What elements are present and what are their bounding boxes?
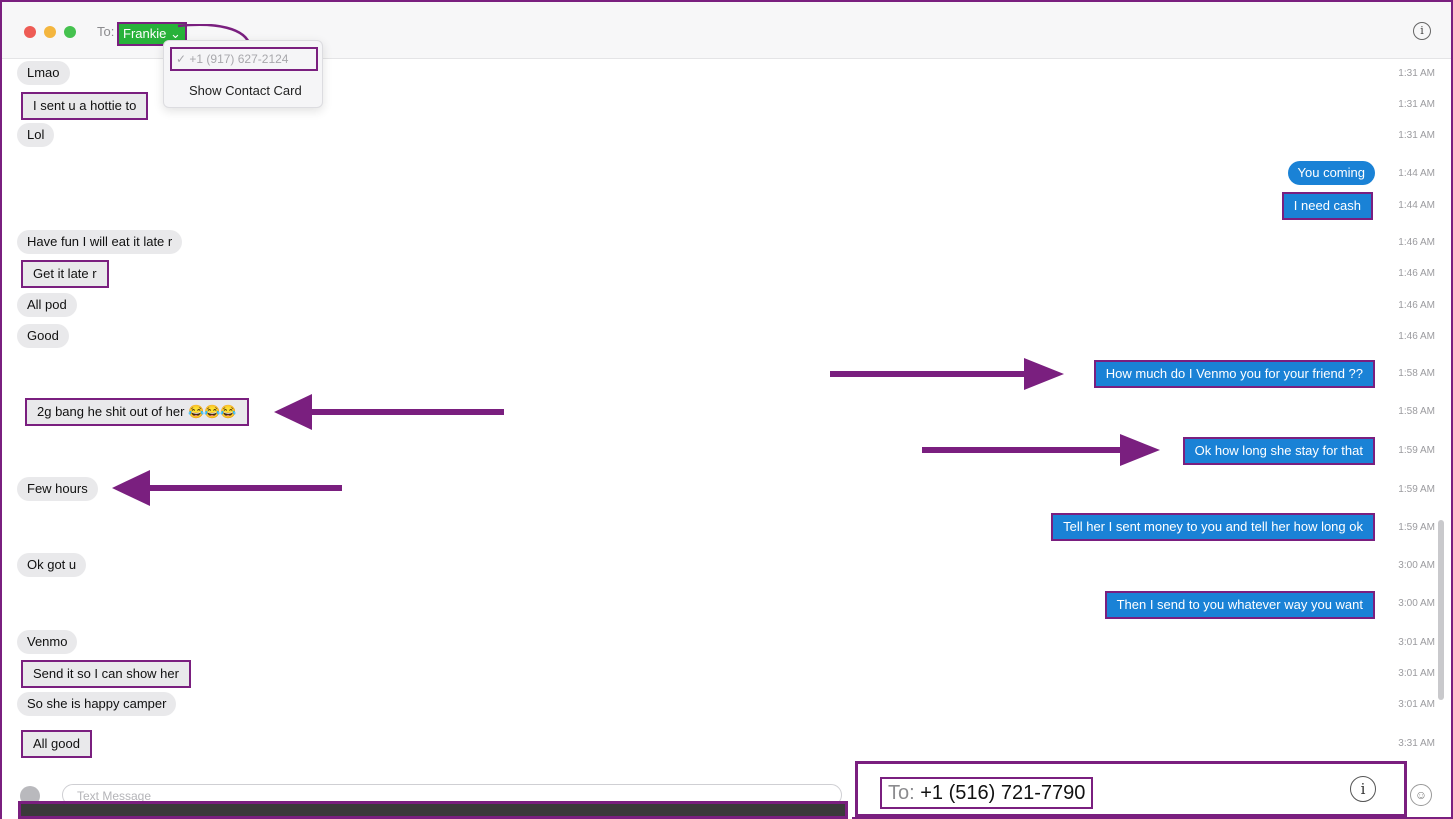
- recipient-name: Frankie: [123, 26, 167, 41]
- inset-recipient: To: +1 (516) 721-7790: [880, 777, 1094, 809]
- message-bubble-outgoing: Then I send to you whatever way you want: [1104, 591, 1375, 619]
- message-bubble-outgoing: Ok how long she stay for that: [1182, 437, 1375, 465]
- message-bubble-outgoing: You coming: [1287, 161, 1375, 185]
- message-time: 1:58 AM: [1398, 368, 1435, 379]
- message-time: 3:00 AM: [1398, 560, 1435, 571]
- message-bubble-incoming: Have fun I will eat it late r: [17, 230, 183, 254]
- message-time: 1:59 AM: [1398, 522, 1435, 533]
- inset-phone-number: +1 (516) 721-7790: [920, 782, 1086, 804]
- contact-dropdown: ✓ +1 (917) 627-2124 Show Contact Card: [163, 40, 323, 108]
- message-time: 3:01 AM: [1398, 699, 1435, 710]
- message-time: 1:31 AM: [1398, 130, 1435, 141]
- message-bubble-incoming: Ok got u: [17, 553, 87, 577]
- message-bubble-incoming: Lol: [17, 123, 55, 147]
- message-time: 1:59 AM: [1398, 445, 1435, 456]
- to-label: To:: [97, 24, 115, 39]
- message-time: 3:31 AM: [1398, 738, 1435, 749]
- message-bubble-incoming: Lmao: [17, 61, 70, 85]
- message-bubble-incoming: Send it so I can show her: [21, 660, 191, 688]
- scrollbar[interactable]: [1438, 520, 1444, 700]
- message-bubble-incoming: Get it late r: [21, 260, 109, 288]
- message-bubble-incoming: All good: [21, 730, 92, 758]
- message-time: 1:46 AM: [1398, 300, 1435, 311]
- message-bubble-incoming: Few hours: [17, 477, 98, 501]
- message-time: 3:00 AM: [1398, 598, 1435, 609]
- info-icon[interactable]: i: [1413, 22, 1431, 40]
- annotation-arrow-left: [274, 394, 504, 430]
- message-bubble-incoming: All pod: [17, 293, 77, 317]
- message-time: 1:58 AM: [1398, 406, 1435, 417]
- message-time: 1:31 AM: [1398, 68, 1435, 79]
- message-bubble-incoming: Good: [17, 324, 69, 348]
- info-icon[interactable]: i: [1350, 776, 1376, 802]
- message-time: 1:46 AM: [1398, 268, 1435, 279]
- message-bubble-incoming: Venmo: [17, 630, 78, 654]
- annotation-arrow-right: [922, 434, 1160, 466]
- close-window-button[interactable]: [24, 26, 36, 38]
- message-time: 1:46 AM: [1398, 237, 1435, 248]
- inset-to-label: To:: [888, 782, 915, 804]
- message-bubble-outgoing: How much do I Venmo you for your friend …: [1093, 360, 1375, 388]
- message-time: 1:59 AM: [1398, 484, 1435, 495]
- zoom-window-button[interactable]: [64, 26, 76, 38]
- message-time: 1:44 AM: [1398, 168, 1435, 179]
- message-bubble-outgoing: I need cash: [1281, 192, 1373, 220]
- message-time: 3:01 AM: [1398, 668, 1435, 679]
- message-time: 1:44 AM: [1398, 200, 1435, 211]
- show-contact-card-item[interactable]: Show Contact Card: [189, 83, 302, 98]
- emoji-icon[interactable]: ☺: [1410, 784, 1432, 806]
- dropdown-phone-item[interactable]: ✓ +1 (917) 627-2124: [170, 47, 318, 71]
- message-bubble-incoming: 2g bang he shit out of her 😂😂😂: [25, 398, 249, 426]
- message-time: 1:46 AM: [1398, 331, 1435, 342]
- phone-number-inset: To: +1 (516) 721-7790 i: [855, 761, 1407, 817]
- annotation-arrow-right: [830, 358, 1064, 390]
- message-bubble-incoming: I sent u a hottie to: [21, 92, 149, 120]
- message-bubble-incoming: So she is happy camper: [17, 692, 177, 716]
- message-time: 1:31 AM: [1398, 99, 1435, 110]
- evidence-photo: [18, 801, 848, 819]
- message-bubble-outgoing: Tell her I sent money to you and tell he…: [1051, 513, 1375, 541]
- minimize-window-button[interactable]: [44, 26, 56, 38]
- annotation-arrow-left: [112, 470, 342, 506]
- message-time: 3:01 AM: [1398, 637, 1435, 648]
